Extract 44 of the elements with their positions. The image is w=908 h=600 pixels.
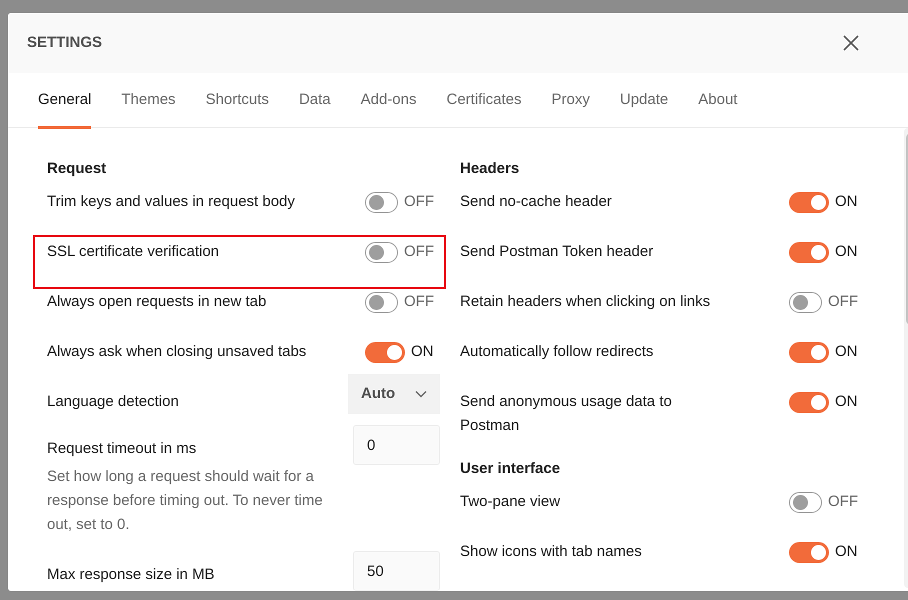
setting-label: Language detection — [47, 392, 179, 412]
setting-label: Send Postman Token header — [460, 242, 654, 262]
toggle-switch[interactable]: OFF — [789, 287, 864, 314]
toggle-switch[interactable]: ON — [789, 237, 864, 264]
toggle-switch[interactable]: ON — [789, 387, 864, 414]
caret-icon — [415, 390, 427, 398]
close-icon[interactable] — [842, 34, 860, 52]
setting-label: Always open requests in new tab — [47, 292, 268, 312]
setting-label: Always ask when closing unsaved tabs — [47, 342, 308, 362]
setting-label: SSL certificate verification — [47, 242, 220, 262]
setting-label: Show icons with tab names — [460, 542, 643, 562]
setting-label: Automatically follow redirects — [460, 342, 654, 362]
setting-label: Two-pane view — [460, 492, 562, 512]
settings-tab[interactable]: Update — [604, 73, 684, 128]
setting-label: Retain headers when clicking on links — [460, 292, 712, 312]
setting-label: Send anonymous usage data to Postman — [460, 392, 673, 436]
toggle-switch[interactable]: ON — [789, 537, 864, 564]
toggle-switch[interactable]: ON — [789, 187, 864, 214]
toggle-switch[interactable]: ON — [789, 337, 864, 364]
settings-tab[interactable]: Shortcuts — [190, 73, 284, 128]
section-heading: User interface — [460, 459, 562, 479]
settings-tab[interactable]: Data — [284, 73, 346, 128]
setting-label: Trim keys and values in request body — [47, 192, 296, 212]
setting-label: Send no-cache header — [460, 192, 613, 212]
settings-tab[interactable]: Themes — [106, 73, 191, 128]
settings-tab[interactable]: About — [683, 73, 752, 128]
section-heading: Request — [47, 159, 108, 179]
section-heading: Headers — [460, 159, 520, 179]
setting-description: Set how long a request should wait for a response before timing out. To never time out, set to 0. — [47, 467, 324, 535]
setting-label: Max response size in MB — [47, 565, 215, 585]
toggle-switch[interactable]: OFF — [365, 237, 440, 264]
toggle-switch[interactable]: ON — [365, 337, 440, 364]
language-dropdown[interactable]: Auto — [348, 374, 440, 414]
toggle-switch[interactable]: OFF — [365, 287, 440, 314]
settings-tab[interactable]: Certificates — [432, 73, 537, 128]
toggle-switch[interactable]: OFF — [789, 487, 864, 514]
dialog-title: SETTINGS — [27, 32, 102, 53]
setting-label: Request timeout in ms — [47, 439, 198, 459]
number-field[interactable]: 0 — [353, 425, 440, 465]
settings-tab[interactable]: General — [23, 73, 106, 128]
settings-tab[interactable]: Add-ons — [346, 73, 432, 128]
settings-tab[interactable]: Proxy — [536, 73, 605, 128]
number-field[interactable]: 50 — [353, 551, 440, 591]
toggle-switch[interactable]: OFF — [365, 187, 440, 214]
